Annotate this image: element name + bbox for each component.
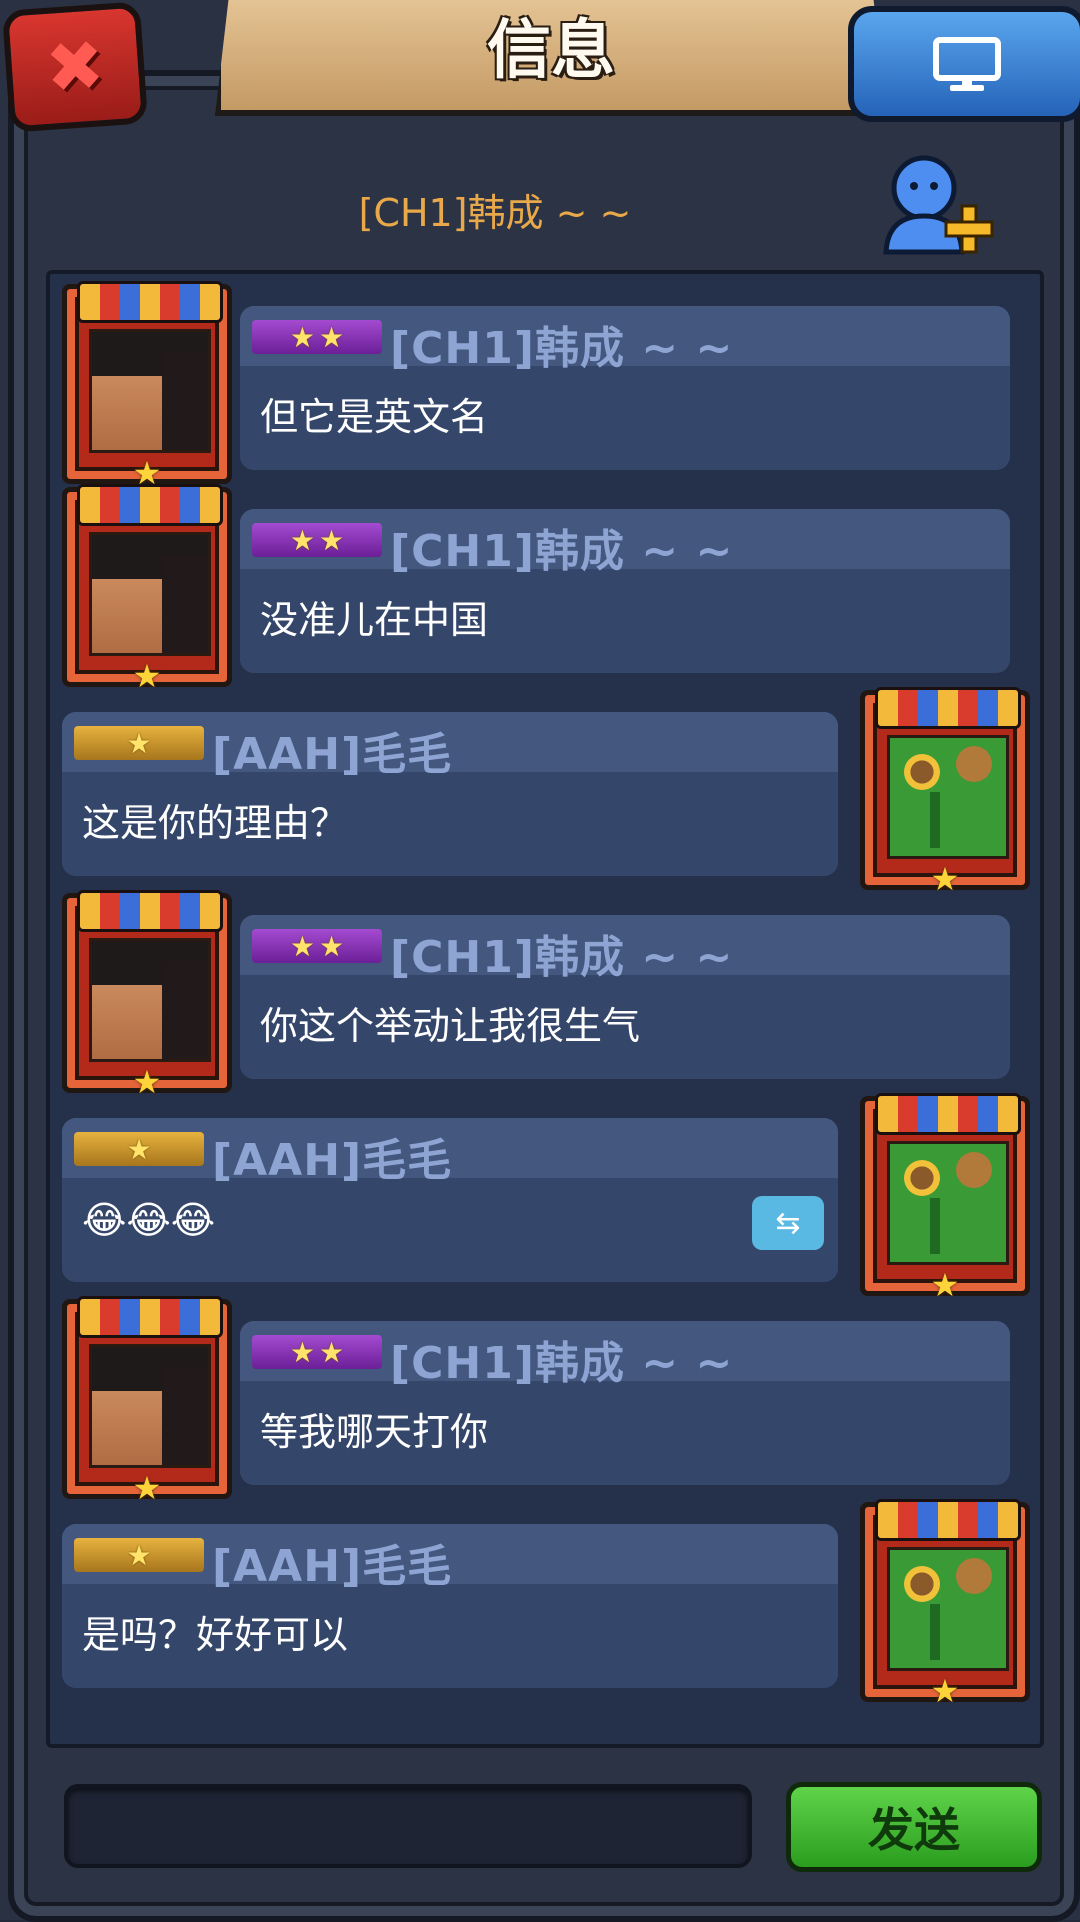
rank-badge: ★ ★ (252, 523, 382, 557)
chat-message: ★ ★ [AAH]毛毛这是你的理由？ (50, 682, 1040, 895)
rank-badge: ★ ★ (252, 320, 382, 354)
sender-name[interactable]: [CH1]韩成 ~ ~ (390, 312, 733, 376)
message-bubble: ★ [AAH]毛毛 😂😂😂 ⇆ (62, 1118, 838, 1282)
message-bubble: ★ ★ [CH1]韩成 ~ ~ 等我哪天打你 (240, 1321, 1010, 1485)
rank-badge: ★ (74, 726, 204, 760)
message-text: 你这个举动让我很生气 (260, 1004, 641, 1048)
avatar[interactable]: ★ (860, 687, 1030, 895)
avatar-portrait (89, 329, 211, 453)
rank-star-icon: ★ (319, 929, 345, 963)
add-friend-button[interactable] (878, 152, 998, 256)
chat-message: ★ ★ ★ [CH1]韩成 ~ ~ 但它是英文名 (50, 276, 1040, 489)
message-bubble: ★ [AAH]毛毛是吗？好好可以 (62, 1524, 838, 1688)
rank-badge: ★ ★ (252, 1335, 382, 1369)
avatar[interactable]: ★ (62, 281, 232, 489)
avatar-portrait (89, 532, 211, 656)
translate-icon: ⇆ (775, 1205, 801, 1241)
send-button[interactable]: 发送 (786, 1782, 1042, 1872)
message-bubble: ★ ★ [CH1]韩成 ~ ~ 你这个举动让我很生气 (240, 915, 1010, 1079)
avatar[interactable]: ★ (860, 1093, 1030, 1301)
message-bubble: ★ ★ [CH1]韩成 ~ ~ 但它是英文名 (240, 306, 1010, 470)
avatar-portrait (89, 938, 211, 1062)
sender-name[interactable]: [AAH]毛毛 (212, 718, 452, 782)
translate-button[interactable]: ⇆ (752, 1196, 824, 1250)
chat-list[interactable]: ★ ★ ★ [CH1]韩成 ~ ~ 但它是英文名 ★ ★ ★ [CH1]韩成 ~ ~ 没准儿在中国… (46, 270, 1044, 1748)
rank-star-icon: ★ (126, 726, 152, 760)
avatar-portrait (89, 1344, 211, 1468)
chat-message: ★ ★ [AAH]毛毛是吗？好好可以 (50, 1494, 1040, 1707)
avatar[interactable]: ★ (62, 484, 232, 692)
sender-name[interactable]: [CH1]韩成 ~ ~ (390, 1327, 733, 1391)
rank-badge: ★ ★ (252, 929, 382, 963)
message-text: 等我哪天打你 (260, 1410, 489, 1454)
gift-frame-icon (77, 890, 223, 932)
avatar-portrait (887, 735, 1009, 859)
rank-star-icon: ★ (126, 1132, 152, 1166)
rank-star-icon: ★ (319, 523, 345, 557)
gift-frame-icon (875, 1093, 1021, 1135)
rank-star-icon: ★ (289, 1335, 315, 1369)
rank-badge: ★ (74, 1538, 204, 1572)
add-friend-icon (883, 155, 994, 255)
page-title: 信息 (487, 14, 615, 88)
title-banner: 信息 (215, 0, 887, 116)
rank-star-icon: ★ (289, 929, 315, 963)
message-bubble: ★ ★ [CH1]韩成 ~ ~ 没准儿在中国 (240, 509, 1010, 673)
sender-name[interactable]: [AAH]毛毛 (212, 1530, 452, 1594)
sender-name[interactable]: [AAH]毛毛 (212, 1124, 452, 1188)
message-text: 是吗？好好可以 (82, 1613, 349, 1657)
star-badge-icon: ★ (930, 1672, 960, 1710)
rank-badge: ★ (74, 1132, 204, 1166)
sender-name[interactable]: [CH1]韩成 ~ ~ (390, 515, 733, 579)
send-button-label: 发送 (868, 1803, 960, 1857)
chat-message: ★ ★ ★ [CH1]韩成 ~ ~ 你这个举动让我很生气 (50, 885, 1040, 1098)
chat-message: ★ ★ ★ [CH1]韩成 ~ ~ 没准儿在中国 (50, 479, 1040, 692)
gift-frame-icon (875, 687, 1021, 729)
chat-message: ★ ★ [AAH]毛毛 😂😂😂 ⇆ (50, 1088, 1040, 1301)
rank-star-icon: ★ (126, 1538, 152, 1572)
message-text: 这是你的理由？ (82, 801, 349, 845)
avatar[interactable]: ★ (62, 1296, 232, 1504)
avatar-portrait (887, 1547, 1009, 1671)
message-text: 😂😂😂 (82, 1198, 216, 1242)
rank-star-icon: ★ (319, 320, 345, 354)
gift-frame-icon (875, 1499, 1021, 1541)
channel-title: [CH1]韩成 ~ ~ (358, 191, 632, 235)
monitor-button[interactable] (848, 6, 1080, 122)
gift-frame-icon (77, 281, 223, 323)
monitor-icon (933, 37, 1001, 91)
close-icon: ✖ (42, 24, 108, 110)
gift-frame-icon (77, 1296, 223, 1338)
gift-frame-icon (77, 484, 223, 526)
rank-star-icon: ★ (319, 1335, 345, 1369)
chat-message: ★ ★ ★ [CH1]韩成 ~ ~ 等我哪天打你 (50, 1291, 1040, 1504)
rank-star-icon: ★ (289, 523, 315, 557)
avatar-portrait (887, 1141, 1009, 1265)
message-text: 但它是英文名 (260, 395, 489, 439)
message-input[interactable] (64, 1784, 752, 1868)
close-button[interactable]: ✖ (1, 1, 149, 133)
sender-name[interactable]: [CH1]韩成 ~ ~ (390, 921, 733, 985)
rank-star-icon: ★ (289, 320, 315, 354)
avatar[interactable]: ★ (860, 1499, 1030, 1707)
message-bubble: ★ [AAH]毛毛这是你的理由？ (62, 712, 838, 876)
avatar[interactable]: ★ (62, 890, 232, 1098)
message-text: 没准儿在中国 (260, 598, 489, 642)
